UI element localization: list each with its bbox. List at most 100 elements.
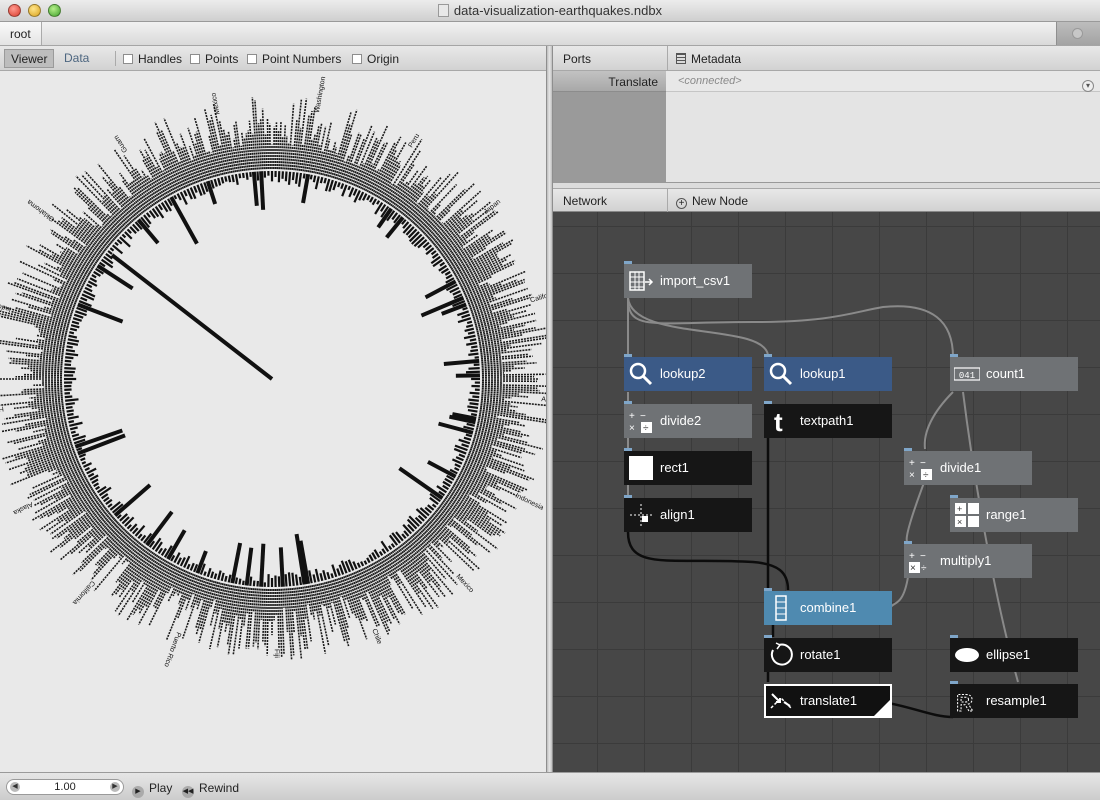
label-stroke xyxy=(33,383,63,387)
viewer-canvas[interactable]: Washington Peru Japan California Alaska Indon… xyxy=(0,71,546,772)
math-operators-icon: + −× ÷ xyxy=(909,551,927,574)
magnitude-bar xyxy=(330,573,334,579)
magnitude-bar xyxy=(319,176,324,184)
new-node-button[interactable]: + New Node xyxy=(667,189,748,212)
wire xyxy=(905,479,926,543)
play-button[interactable]: ▶ Play xyxy=(132,781,172,798)
node-range1[interactable]: + × range1 xyxy=(950,495,1078,532)
label-stroke xyxy=(355,137,378,187)
frame-field[interactable]: ◀ 1.00 ▶ xyxy=(6,779,124,795)
port-value[interactable]: <connected> xyxy=(666,71,1100,92)
resample-icon: R xyxy=(956,690,974,715)
magnitude-bar xyxy=(69,327,78,332)
node-rect1[interactable]: rect1 xyxy=(624,448,752,485)
node-divide2[interactable]: + − × ÷ divide2 xyxy=(624,401,752,438)
node-align1[interactable]: align1 xyxy=(624,495,752,532)
svg-text:+: + xyxy=(957,504,962,514)
checkbox-icon xyxy=(352,54,362,64)
label-stroke xyxy=(9,362,63,367)
magnitude-bar xyxy=(111,244,124,255)
node-label: combine1 xyxy=(800,600,857,615)
magnitude-bar xyxy=(470,348,479,353)
network-canvas[interactable]: import_csv1 lookup2 lookup1 041 count1 +… xyxy=(553,212,1100,772)
magnitude-bar xyxy=(381,548,387,555)
node-translate1[interactable]: translate1 xyxy=(764,684,892,718)
label-stroke xyxy=(51,203,109,249)
rewind-button[interactable]: ◀◀ Rewind xyxy=(182,781,239,798)
magnitude-bar xyxy=(461,313,471,319)
label-stroke xyxy=(339,155,350,181)
magnitude-bar xyxy=(309,174,313,180)
node-lookup1[interactable]: lookup1 xyxy=(764,354,892,391)
label-stroke xyxy=(461,467,499,485)
magnitude-bar xyxy=(66,409,74,413)
node-combine1[interactable]: combine1 xyxy=(764,588,892,625)
node-lookup2[interactable]: lookup2 xyxy=(624,354,752,391)
increment-icon[interactable]: ▶ xyxy=(110,782,120,792)
ports-title[interactable]: Ports xyxy=(563,52,591,66)
point-numbers-checkbox[interactable]: Point Numbers xyxy=(247,52,341,66)
magnitude-bar xyxy=(80,296,88,302)
magnitude-bar xyxy=(467,331,475,335)
node-count1[interactable]: 041 count1 xyxy=(950,354,1078,391)
node-ellipse1[interactable]: ellipse1 xyxy=(950,635,1078,672)
location-label: Chile xyxy=(370,628,382,646)
magnitude-bar xyxy=(66,345,73,349)
tab-viewer[interactable]: Viewer xyxy=(4,49,55,68)
magnitude-bar xyxy=(314,568,320,582)
magnitude-bar xyxy=(469,402,479,406)
magnitude-bar xyxy=(415,508,428,519)
svg-text:R: R xyxy=(956,690,973,714)
magnitude-bar xyxy=(468,367,480,370)
magnitude-bar xyxy=(455,456,464,462)
magnitude-bar xyxy=(203,571,207,577)
node-import-csv1[interactable]: import_csv1 xyxy=(624,261,752,298)
node-port xyxy=(950,635,958,638)
magnitude-bar xyxy=(119,236,131,248)
play-label: Play xyxy=(149,781,173,795)
points-checkbox[interactable]: Points xyxy=(190,52,238,66)
table-import-icon xyxy=(629,271,654,291)
magnitude-bar xyxy=(431,503,437,508)
metadata-button[interactable]: Metadata xyxy=(667,46,741,70)
pane-splitter[interactable] xyxy=(546,46,553,772)
handles-checkbox[interactable]: Handles xyxy=(123,52,182,66)
node-textpath1[interactable]: t textpath1 xyxy=(764,401,892,438)
network-title: Network xyxy=(563,194,608,208)
magnitude-bar xyxy=(443,358,480,366)
label-stroke xyxy=(274,122,278,170)
location-label: Indonesia xyxy=(0,298,12,313)
label-stroke xyxy=(481,373,546,377)
magnitude-bar xyxy=(408,231,420,243)
point-numbers-label: Point Numbers xyxy=(262,52,342,66)
magnitude-bar xyxy=(462,306,468,311)
magnitude-bar xyxy=(71,433,80,438)
svg-text:×: × xyxy=(957,517,962,527)
location-label: Washington xyxy=(314,76,327,113)
magnitude-bar xyxy=(301,173,311,204)
chevron-down-icon[interactable]: ▾ xyxy=(1082,80,1094,92)
node-rotate1[interactable]: rotate1 xyxy=(764,635,892,672)
label-stroke xyxy=(30,369,63,373)
largest-magnitude-needle xyxy=(110,253,274,381)
magnitude-bar xyxy=(356,562,361,568)
breadcrumb-toggle[interactable] xyxy=(1056,22,1100,45)
ellipse-icon xyxy=(955,648,979,662)
node-resample1[interactable]: R resample1 xyxy=(950,681,1078,718)
magnitude-bar xyxy=(323,177,327,184)
label-stroke xyxy=(411,171,460,224)
node-multiply1[interactable]: + − × ÷ multiply1 xyxy=(904,541,1032,578)
node-port xyxy=(624,354,632,357)
location-label: Puerto Rico xyxy=(162,631,181,668)
breadcrumb-root[interactable]: root xyxy=(0,22,42,45)
origin-checkbox[interactable]: Origin xyxy=(352,52,399,66)
node-label: resample1 xyxy=(986,693,1047,708)
magnitude-bar xyxy=(302,173,306,179)
location-label: Alaska xyxy=(12,500,34,516)
magnitude-bar xyxy=(249,172,252,178)
tab-data[interactable]: Data xyxy=(58,49,95,68)
magnitude-bar xyxy=(157,203,164,211)
label-stroke xyxy=(436,209,489,251)
magnitude-bar xyxy=(463,334,476,340)
node-divide1[interactable]: + − × ÷ divide1 xyxy=(904,448,1032,485)
